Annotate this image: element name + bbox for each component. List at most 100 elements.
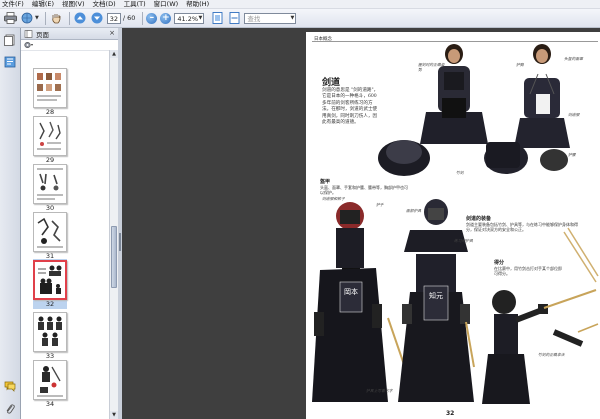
comments-panel-icon[interactable] (4, 380, 16, 392)
kendoka-with-mask-figure (514, 44, 570, 148)
pages-panel-title: 页面 (36, 30, 49, 39)
article-intro: 剑道的意思是 "剑的道路"，它是日本的一种格斗，600多年前的剑客所练习的方法。… (322, 88, 379, 126)
page-thumbnail-image (33, 212, 67, 252)
page-thumbnail-image (33, 260, 67, 300)
zoom-out-button[interactable]: – (146, 12, 158, 24)
thumbnail-content-icon (38, 316, 62, 346)
caption: 头盔的面罩 (564, 56, 583, 61)
menu-view[interactable]: 视图(V) (62, 0, 85, 9)
options-gear-icon (24, 41, 33, 49)
menu-tools[interactable]: 工具(T) (124, 0, 146, 9)
thumbnail-page-34[interactable]: 34 (33, 360, 67, 408)
next-page-button[interactable] (90, 11, 104, 25)
thumbnail-label: 33 (45, 352, 55, 360)
plus-icon: + (162, 12, 170, 23)
document-page: 日本概念 岡本 知元 剑道 剑道的意思是 "剑的道路"，它是日本的一种格斗，60… (306, 32, 600, 419)
caption: 剑道服和裤子 (322, 196, 345, 201)
menu-file[interactable]: 文件(F) (2, 0, 24, 9)
pages-icon (24, 29, 33, 38)
zoom-level-value: 41.2% (177, 14, 199, 23)
scroll-up-icon[interactable]: ▲ (110, 50, 118, 58)
email-button[interactable] (20, 11, 34, 25)
section-score-heading: 得分 (494, 260, 505, 266)
name-badge-1-text: 岡本 (344, 287, 358, 296)
chevron-down-icon: ▼ (198, 14, 203, 21)
scroll-down-icon[interactable]: ▼ (110, 411, 118, 419)
article-title: 剑道 (322, 78, 341, 88)
email-dropdown-arrow-icon[interactable]: ▼ (35, 15, 39, 21)
section-equipment-heading: 剑道的装备 (466, 216, 492, 222)
thumbnail-page-30[interactable]: 30 (33, 164, 67, 212)
email-globe-icon (21, 12, 32, 24)
previous-page-button[interactable] (73, 11, 87, 25)
print-button[interactable] (3, 11, 17, 25)
thumbnail-label: 29 (45, 156, 55, 164)
section-armor-text: 头盔、面罩、手套和护腰、腰带等，胸部护甲也可以保护。 (320, 185, 408, 196)
thumbnail-label: 28 (45, 108, 55, 116)
pages-panel-icon[interactable] (4, 34, 16, 46)
caption: 护手 (376, 202, 384, 207)
page-number-input[interactable]: 32 (106, 12, 121, 24)
menu-window[interactable]: 窗口(W) (154, 0, 179, 9)
page-total: / 60 (122, 14, 136, 22)
caption: 护胸 (516, 62, 524, 67)
page-thumbnail-image (33, 360, 67, 400)
close-icon[interactable]: × (109, 28, 115, 39)
thumbnail-label: 30 (45, 204, 55, 212)
caption: 竹剑 (456, 170, 464, 175)
menu-bar: 文件(F) 编辑(E) 视图(V) 文档(D) 工具(T) 窗口(W) 帮助(H… (0, 0, 600, 9)
minus-icon: – (149, 12, 155, 23)
thumbnail-page-31[interactable]: 31 (33, 212, 67, 260)
caption: 握剑时的正确姿势 (418, 62, 445, 72)
search-input[interactable]: 查找 ▼ (244, 12, 297, 24)
scrollbar-thumb[interactable] (111, 226, 117, 288)
seated-kendoka-figure (420, 44, 488, 144)
fit-width-button[interactable] (227, 11, 241, 25)
thumbnail-label: 32 (45, 300, 55, 308)
caption: 面部护具 (406, 208, 422, 213)
thumbnail-page-29[interactable]: 29 (33, 116, 67, 164)
thumbnail-page-28[interactable]: 28 (33, 68, 67, 116)
thumbnail-scrollbar[interactable]: ▲ ▼ (109, 50, 118, 419)
hand-tool-button[interactable] (49, 11, 63, 25)
arrow-down-icon (91, 12, 103, 24)
thumbnail-page-32[interactable]: 32 (33, 259, 67, 309)
caption: 剑道服 (568, 112, 580, 117)
page-thumbnail-image (33, 164, 67, 204)
attachment-paperclip-icon[interactable] (4, 403, 16, 415)
toolbar: ▼ 32 / 60 – + 41.2% ▼ 查找 ▼ (0, 9, 600, 28)
section-equipment-text: 剑道主要装备包括竹剑、护具等，与在练习中能够保护身体和得分，保证对决双方的安全和… (466, 222, 578, 233)
toolbar-separator (68, 11, 70, 25)
thumbnail-page-33[interactable]: 33 (33, 312, 67, 360)
thumbnail-content-icon (37, 73, 61, 101)
zoom-level-select[interactable]: 41.2% ▼ (174, 12, 205, 24)
thumbnail-content-icon (38, 265, 62, 294)
hand-icon (52, 14, 61, 24)
menu-document[interactable]: 文档(D) (93, 0, 116, 9)
caption: 护腰 (568, 152, 576, 157)
caption: 竹剑的正确拿法 (538, 352, 565, 357)
chevron-down-icon: ▼ (290, 14, 295, 21)
toolbar-separator (44, 11, 46, 25)
fit-page-icon (212, 12, 223, 24)
navigation-strip (0, 28, 21, 419)
thumbnail-content-icon (37, 366, 63, 397)
page-thumbnail-image (33, 312, 67, 352)
fit-page-button[interactable] (210, 11, 224, 25)
thumbnail-label: 34 (45, 400, 55, 408)
thumbnail-content-icon (37, 168, 63, 200)
bookmarks-panel-icon[interactable] (4, 56, 16, 68)
page-thumbnail-image (33, 68, 67, 108)
kendoka-with-shinai-figure (482, 227, 599, 404)
menu-help[interactable]: 帮助(H) (186, 0, 209, 9)
menu-edit[interactable]: 编辑(E) (32, 0, 54, 9)
thumbnail-list: 28 29 30 31 32 33 34 (21, 50, 109, 419)
zoom-in-button[interactable]: + (160, 12, 172, 24)
arrow-up-icon (74, 12, 86, 24)
search-placeholder: 查找 (247, 14, 261, 23)
printer-icon (3, 12, 17, 24)
toolbar-separator (142, 11, 144, 25)
page-thumbnail-image (33, 116, 67, 156)
document-view[interactable]: 日本概念 岡本 知元 剑道 剑道的意思是 "剑的道路"，它是日本的一种格斗，60… (122, 28, 600, 419)
caption: 护具上写着名字 (366, 388, 393, 393)
